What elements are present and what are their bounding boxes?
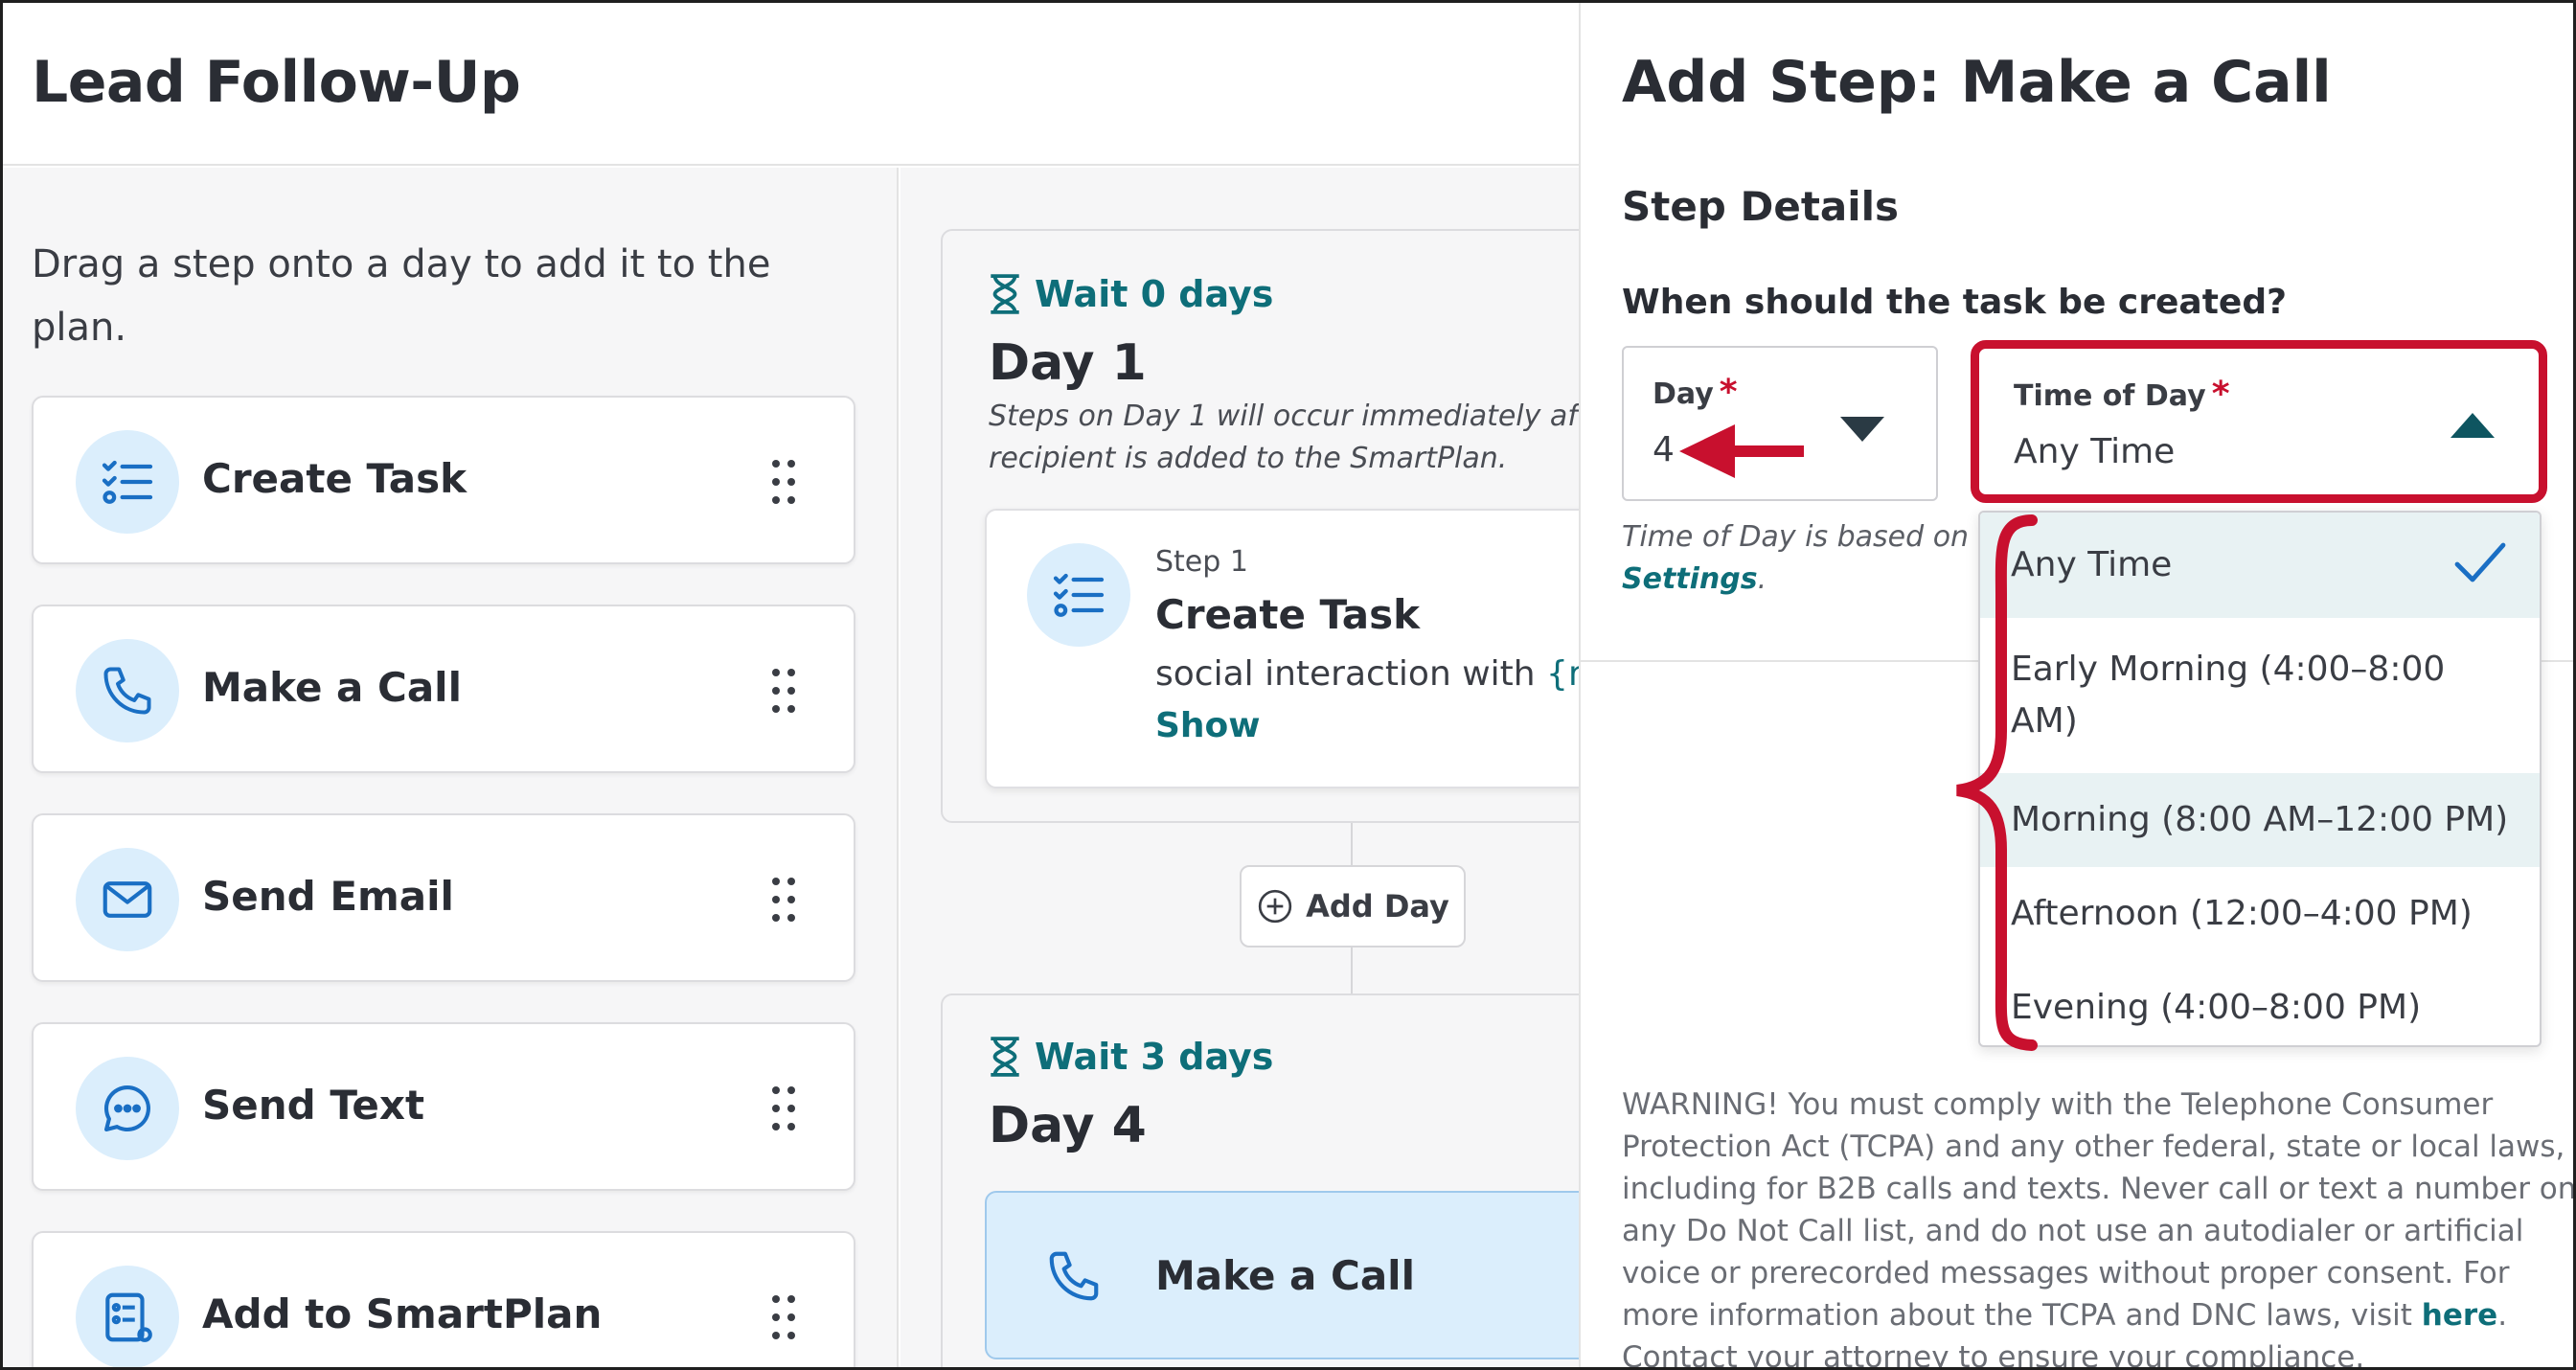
- annotation-brace: [1956, 514, 2038, 1051]
- arrow-head-icon: [1679, 424, 1735, 478]
- app-window: Lead Follow-Up Drag a step onto a day to…: [0, 0, 2576, 1370]
- annotation-overlay: [1679, 424, 2038, 1051]
